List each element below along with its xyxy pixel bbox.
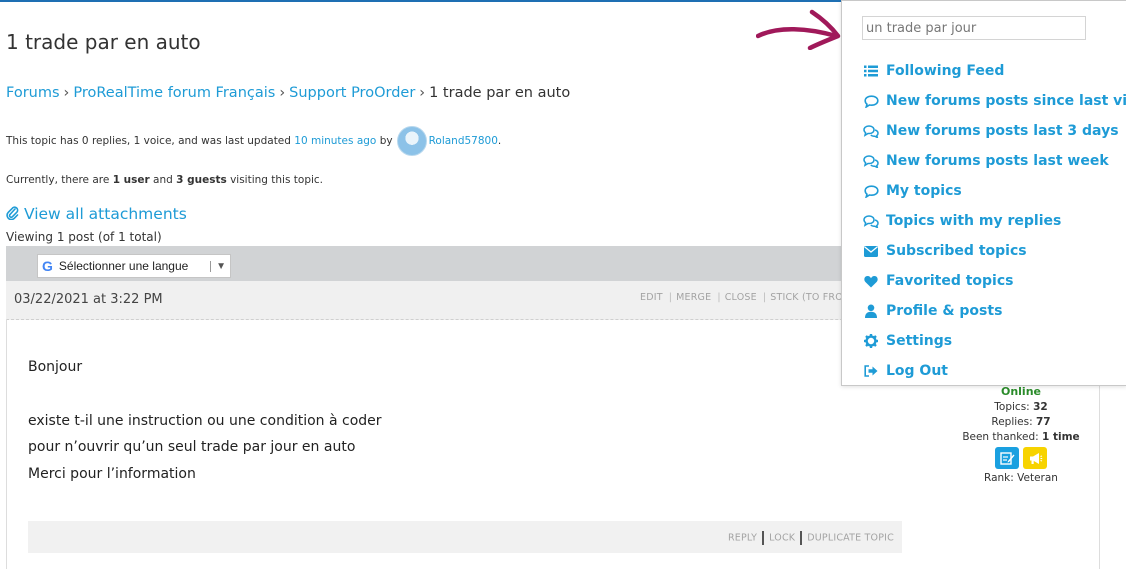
menu-item-following-feed[interactable]: Following Feed xyxy=(862,59,1004,83)
edit-link[interactable]: EDIT xyxy=(640,292,663,303)
merge-link[interactable]: MERGE xyxy=(676,292,711,303)
last-updated-link[interactable]: 10 minutes ago xyxy=(294,135,376,147)
google-icon: G xyxy=(42,258,53,274)
list-icon xyxy=(862,65,880,77)
breadcrumb-current: 1 trade par en auto xyxy=(429,85,571,101)
breadcrumb: Forums › ProRealTime forum Français › Suppor… xyxy=(6,85,571,101)
topic-meta: This topic has 0 replies, 1 voice, and w… xyxy=(6,126,501,156)
user-icon xyxy=(862,304,880,318)
topics-count: Topics: 32 xyxy=(994,401,1048,413)
user-dropdown-menu: Following Feed New forums posts since la… xyxy=(841,0,1126,386)
page-title: 1 trade par en auto xyxy=(6,30,201,54)
post-line: pour n’ouvrir qu’un seul trade par jour … xyxy=(28,439,356,455)
avatar[interactable] xyxy=(396,126,427,156)
post-line: Merci pour l’information xyxy=(28,466,196,482)
chevron-down-icon: ▼ xyxy=(210,260,226,272)
viewing-count: Viewing 1 post (of 1 total) xyxy=(6,230,162,244)
language-select[interactable]: G Sélectionner une langue ▼ xyxy=(37,254,231,278)
menu-item-settings[interactable]: Settings xyxy=(862,329,952,353)
envelope-icon xyxy=(862,245,880,257)
author-info: Online Topics: 32 Replies: 77 Been thank… xyxy=(960,385,1082,484)
menu-item-profile-posts[interactable]: Profile & posts xyxy=(862,299,1002,323)
menu-item-my-topics[interactable]: My topics xyxy=(862,179,962,203)
breadcrumb-forums[interactable]: Forums xyxy=(6,85,60,101)
gear-icon xyxy=(862,334,880,348)
post-greeting: Bonjour xyxy=(28,359,83,375)
replies-count: Replies: 77 xyxy=(991,416,1051,428)
megaphone-badge-icon[interactable] xyxy=(1023,447,1047,469)
duplicate-topic-link[interactable]: DUPLICATE TOPIC xyxy=(807,533,894,544)
menu-item-topics-with-my-replies[interactable]: Topics with my replies xyxy=(862,209,1061,233)
comments-icon xyxy=(862,214,880,228)
menu-item-new-posts-last-week[interactable]: New forums posts last week xyxy=(862,149,1109,173)
menu-item-subscribed-topics[interactable]: Subscribed topics xyxy=(862,239,1027,263)
post-admin-actions: EDIT | MERGE | CLOSE | STICK (TO FRONT) xyxy=(640,292,861,303)
menu-item-new-posts-since-last-visit[interactable]: New forums posts since last visit xyxy=(862,89,1126,113)
reply-link[interactable]: REPLY xyxy=(728,533,757,544)
search-input[interactable] xyxy=(862,16,1086,40)
online-status: Online xyxy=(1000,385,1041,398)
comments-icon xyxy=(862,124,880,138)
close-link[interactable]: CLOSE xyxy=(725,292,757,303)
annotation-arrow-icon xyxy=(756,9,841,50)
logout-icon xyxy=(862,365,880,377)
post-footer-bar: REPLY LOCK DUPLICATE TOPIC xyxy=(28,521,902,553)
author-link[interactable]: Roland57800 xyxy=(429,135,498,147)
writer-badge-icon[interactable] xyxy=(995,447,1019,469)
view-attachments-link[interactable]: View all attachments xyxy=(6,205,187,223)
breadcrumb-prorealtime-francais[interactable]: ProRealTime forum Français xyxy=(73,85,275,101)
post-line: existe t-il une instruction ou une condi… xyxy=(28,413,382,429)
lock-link[interactable]: LOCK xyxy=(769,533,795,544)
menu-item-new-posts-last-3-days[interactable]: New forums posts last 3 days xyxy=(862,119,1119,143)
comments-icon xyxy=(862,154,880,168)
menu-item-log-out[interactable]: Log Out xyxy=(862,359,948,383)
comment-icon xyxy=(862,94,880,108)
visitors-info: Currently, there are 1 user and 3 guests… xyxy=(6,174,324,186)
breadcrumb-support-proorder[interactable]: Support ProOrder xyxy=(289,85,415,101)
comment-icon xyxy=(862,184,880,198)
paperclip-icon xyxy=(6,206,19,221)
heart-icon xyxy=(862,275,880,288)
thanked-count: Been thanked: 1 time xyxy=(962,431,1080,443)
menu-item-favorited-topics[interactable]: Favorited topics xyxy=(862,269,1013,293)
post-date: 03/22/2021 at 3:22 PM xyxy=(14,292,163,307)
rank-label: Rank: Veteran xyxy=(984,472,1058,484)
